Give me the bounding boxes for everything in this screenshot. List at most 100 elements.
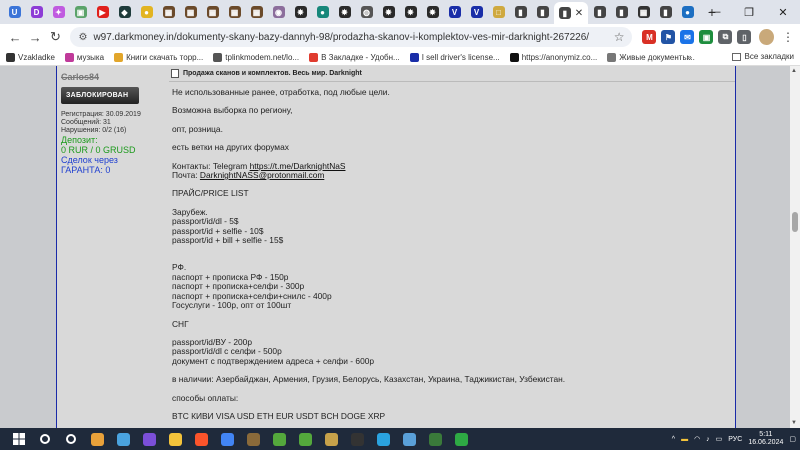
address-bar[interactable]: ⚙ w97.darkmoney.in/dokumenty-skany-bazy-… — [70, 27, 633, 47]
browser-tab[interactable]: ✸ — [400, 3, 421, 21]
author-username[interactable]: Carlos84 — [61, 72, 163, 82]
taskbar-app-button[interactable] — [320, 429, 342, 449]
browser-tab[interactable]: ● — [677, 3, 698, 21]
volume-icon[interactable]: ♪ — [706, 436, 710, 443]
post-line: есть ветки на других форумах — [172, 142, 289, 153]
browser-tab[interactable]: ✸ — [290, 3, 311, 21]
mail-icon[interactable]: ✉ — [680, 30, 695, 44]
tray-chevron-icon[interactable]: ^ — [672, 436, 675, 443]
taskbar-app-button[interactable] — [242, 429, 264, 449]
folder-tray-icon[interactable]: ▬ — [681, 436, 688, 443]
v-icon: V — [448, 6, 461, 18]
browser-tab[interactable]: V — [444, 3, 465, 21]
all-bookmarks-button[interactable]: Все закладки — [731, 52, 794, 61]
taskbar-app-button[interactable] — [424, 429, 446, 449]
telegram-icon — [376, 432, 390, 446]
notifications-icon[interactable]: ▢ — [789, 435, 796, 443]
browser-tab[interactable]: ▮ — [589, 3, 610, 21]
bookmark-item[interactable]: Живые документы... — [607, 53, 695, 62]
bookmarks-overflow-button[interactable]: » — [687, 52, 692, 62]
site-info-icon[interactable]: ⚙ — [78, 32, 87, 43]
bookmark-item[interactable]: музыка — [64, 53, 104, 62]
gmail-icon[interactable]: M — [642, 30, 657, 44]
bookmark-item[interactable]: tplinkmodem.net/lo... — [213, 53, 299, 62]
taskbar-app-button[interactable] — [164, 429, 186, 449]
browser-tab[interactable]: ▣ — [70, 3, 91, 21]
browser-tab[interactable]: ▮ — [611, 3, 632, 21]
bars-icon: ▮ — [659, 6, 672, 18]
start-button[interactable] — [8, 429, 30, 449]
browser-tab[interactable]: ● — [312, 3, 333, 21]
puzzle-icon[interactable]: ⧉ — [718, 30, 733, 44]
scroll-up-arrow-icon[interactable]: ▲ — [791, 68, 797, 74]
email-link[interactable]: DarknightNASS@protonmail.com — [200, 170, 324, 180]
browser-tab[interactable]: ◍ — [356, 3, 377, 21]
sidepanel-icon[interactable]: ▯ — [737, 30, 752, 44]
taskbar-app-button[interactable] — [398, 429, 420, 449]
bookmark-favicon-icon — [6, 53, 15, 62]
browser-tab[interactable]: ▦ — [158, 3, 179, 21]
menu-kebab-icon[interactable]: ⋮ — [782, 30, 794, 44]
browser-tab[interactable]: ◆ — [114, 3, 135, 21]
browser-tab[interactable]: ▶ — [92, 3, 113, 21]
taskbar-app-button[interactable] — [346, 429, 368, 449]
browser-tab[interactable]: ◉ — [268, 3, 289, 21]
taskbar-app-button[interactable] — [294, 429, 316, 449]
flag-icon[interactable]: ⚑ — [661, 30, 676, 44]
browser-tab[interactable]: ✸ — [422, 3, 443, 21]
bookmark-star-icon[interactable]: ☆ — [614, 30, 625, 44]
browser-tab[interactable]: ▮ — [655, 3, 676, 21]
scroll-thumb[interactable] — [792, 212, 798, 232]
browser-tab[interactable]: ● — [136, 3, 157, 21]
taskbar-app-button[interactable] — [190, 429, 212, 449]
browser-tab[interactable]: V — [466, 3, 487, 21]
reload-button[interactable]: ↻ — [46, 27, 64, 47]
bookmark-item[interactable]: Книги скачать торр... — [114, 53, 203, 62]
taskbar-app-button[interactable] — [268, 429, 290, 449]
taskbar-app-button[interactable] — [60, 429, 82, 449]
close-tab-icon[interactable]: ✕ — [575, 8, 583, 19]
back-button[interactable]: ← — [6, 27, 24, 47]
bars-app-icon — [428, 432, 442, 446]
browser-tab[interactable]: U — [4, 3, 25, 21]
taskbar-app-button[interactable] — [138, 429, 160, 449]
browser-tab[interactable]: ▮ — [510, 3, 531, 21]
taskbar-app-button[interactable] — [34, 429, 56, 449]
url-text[interactable]: w97.darkmoney.in/dokumenty-skany-bazy-da… — [93, 32, 613, 43]
browser-tab[interactable]: ✦ — [48, 3, 69, 21]
close-window-button[interactable]: ✕ — [766, 0, 800, 24]
browser-tab[interactable]: ▦ — [246, 3, 267, 21]
browser-tab[interactable]: ▦ — [633, 3, 654, 21]
clock[interactable]: 5:11 16.06.2024 — [748, 431, 783, 447]
battery-icon[interactable]: ▭ — [716, 435, 723, 443]
browser-tab[interactable]: ✸ — [334, 3, 355, 21]
browser-tab-active[interactable]: ▮ ✕ — [554, 2, 588, 24]
bookmark-item[interactable]: I sell driver's license... — [409, 53, 500, 62]
taskbar-app-button[interactable] — [216, 429, 238, 449]
bookmark-item[interactable]: В Закладке - Удобн... — [309, 53, 400, 62]
taskbar-app-button[interactable] — [86, 429, 108, 449]
browser-tab[interactable]: ✸ — [378, 3, 399, 21]
language-indicator[interactable]: РУС — [728, 436, 742, 443]
browser-tab[interactable]: ▦ — [224, 3, 245, 21]
browser-tab[interactable]: □ — [488, 3, 509, 21]
browser-tab[interactable]: D — [26, 3, 47, 21]
wifi-icon[interactable]: ◠ — [694, 435, 700, 443]
bookmark-favicon-icon — [213, 53, 223, 62]
green-ext-icon[interactable]: ▣ — [699, 30, 714, 44]
forward-button[interactable]: → — [26, 27, 44, 47]
minimize-button[interactable]: — — [698, 0, 732, 24]
taskbar-app-button[interactable] — [450, 429, 472, 449]
browser-tab[interactable]: ▮ — [532, 3, 553, 21]
swirl-icon: ◉ — [272, 6, 285, 18]
scroll-down-arrow-icon[interactable]: ▼ — [791, 420, 797, 426]
browser-tab[interactable]: ▦ — [202, 3, 223, 21]
taskbar-app-button[interactable] — [372, 429, 394, 449]
bookmark-item[interactable]: Vzakladke — [6, 53, 55, 62]
taskbar-app-button[interactable] — [112, 429, 134, 449]
bookmark-item[interactable]: https://anonymiz.co... — [509, 53, 597, 62]
page-scrollbar[interactable]: ▲ ▼ — [790, 66, 800, 428]
profile-avatar[interactable] — [759, 29, 774, 45]
restore-button[interactable]: ❐ — [732, 0, 766, 24]
browser-tab[interactable]: ▦ — [180, 3, 201, 21]
